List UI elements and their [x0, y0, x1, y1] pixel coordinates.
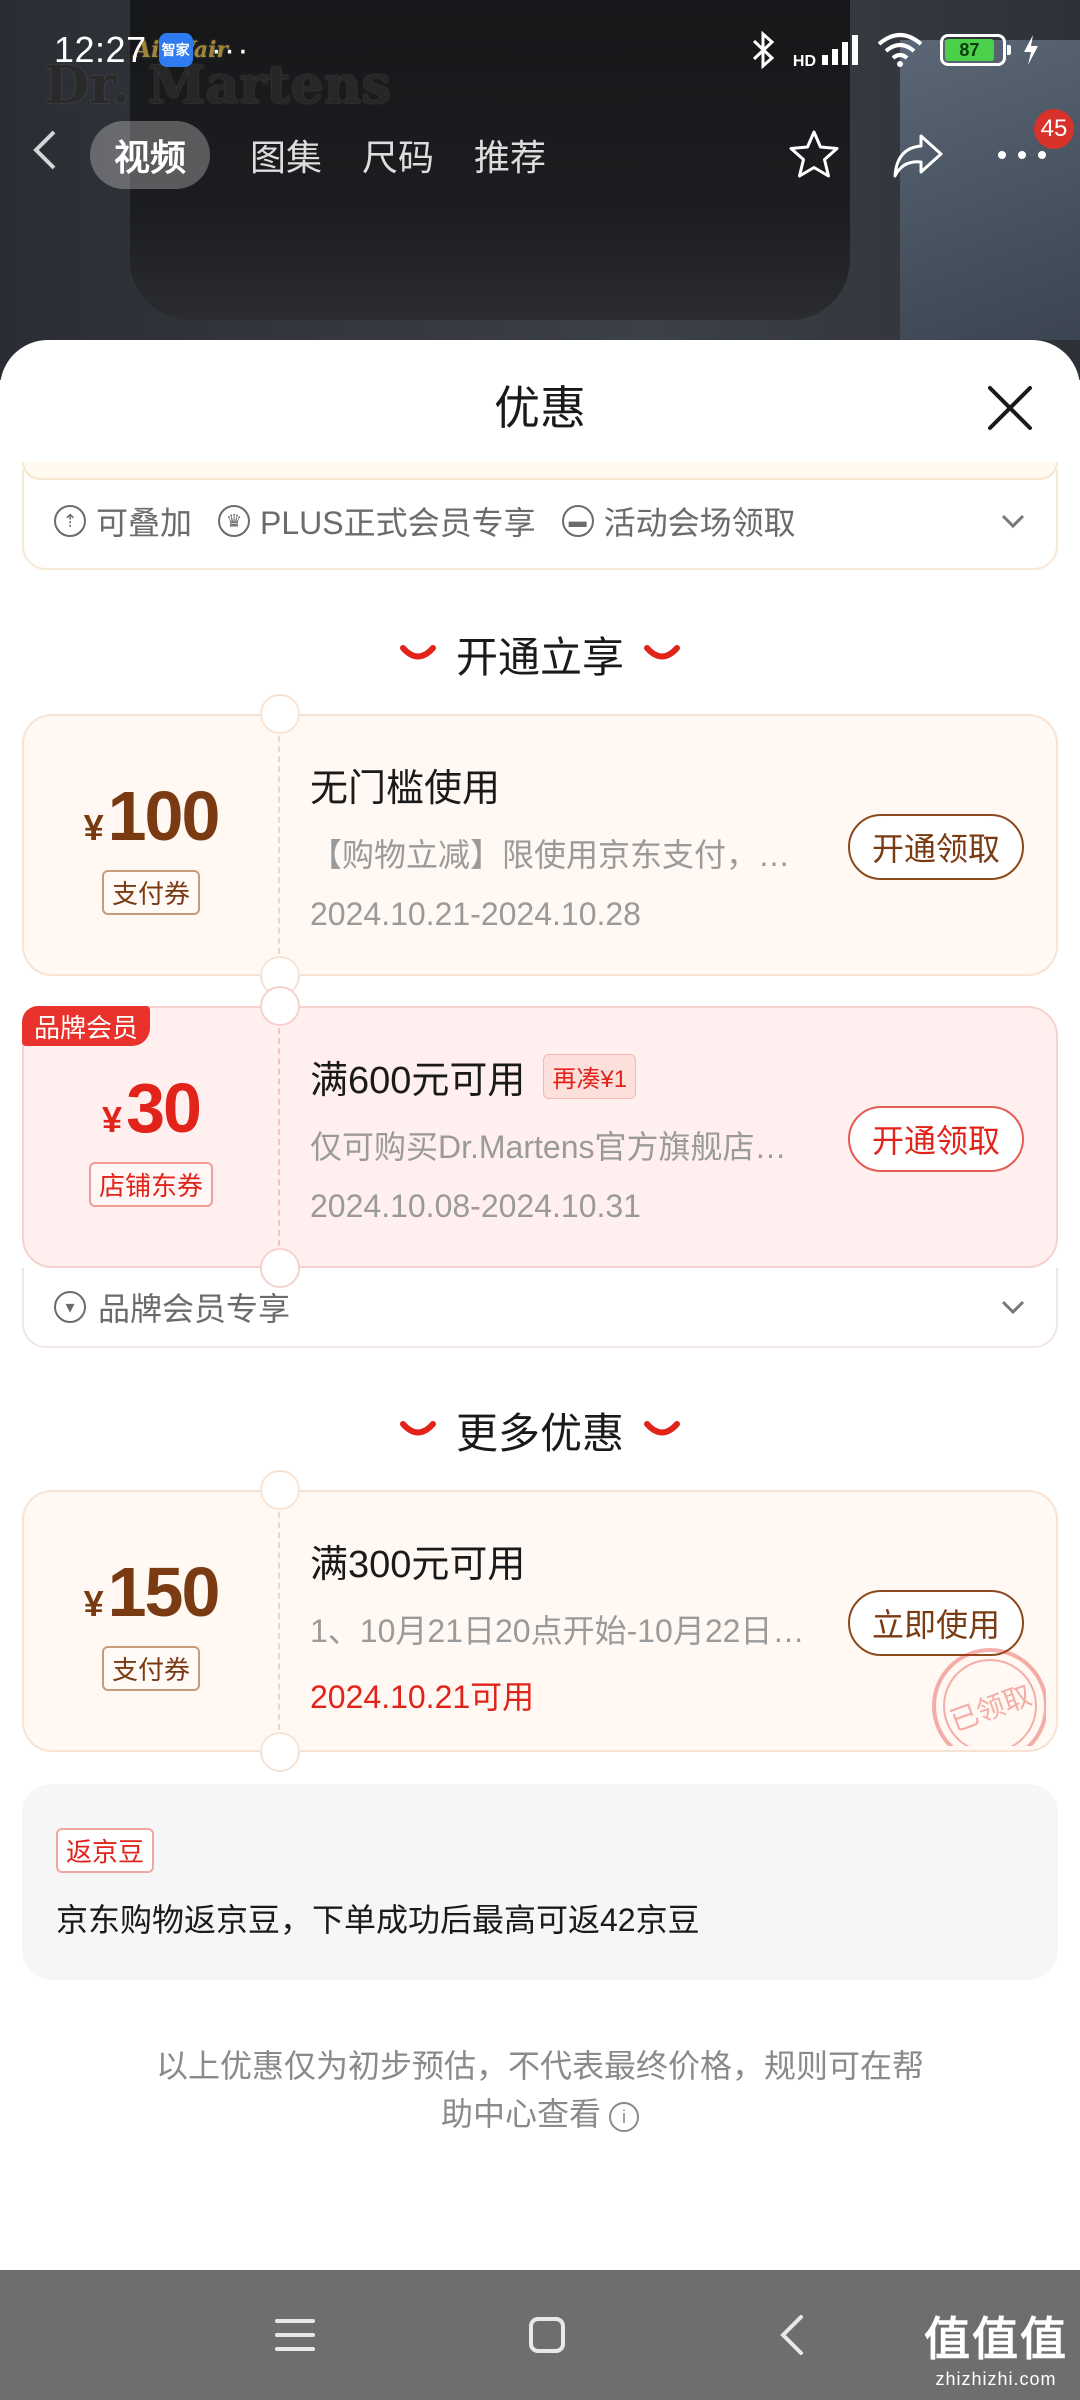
bluetooth-icon	[752, 31, 775, 69]
coupon-description: 仅可购买Dr.Martens官方旗舰店部分商品	[310, 1129, 810, 1165]
charging-icon	[1024, 35, 1038, 65]
tag-stackable: ⇡ 可叠加	[54, 498, 192, 544]
open-claim-button[interactable]: 开通领取	[847, 814, 1024, 880]
claimed-stamp-icon: 已领取	[932, 1648, 1046, 1746]
smile-decor-icon	[399, 1421, 436, 1436]
signal-icon	[822, 35, 858, 65]
coupon-condition: 满600元可用 再凑¥1	[310, 1052, 1056, 1102]
coupon-card[interactable]: ¥ 150 支付券 满300元可用 1、10月21日20点开始-10月22日23…	[22, 1470, 1058, 1772]
site-watermark: 值值值 zhizhizhi.com	[924, 2313, 1068, 2389]
jingdou-text: 京东购物返京豆，下单成功后最高可返42京豆	[56, 1902, 700, 1938]
coupon-type-badge: 店铺东券	[88, 1161, 213, 1207]
coupon-card[interactable]: 品牌会员 ¥ 30 店铺东券 满600元可用 再凑¥1 仅可购买Dr.Marte…	[22, 986, 1058, 1288]
brand-member-corner-badge: 品牌会员	[22, 1006, 151, 1046]
brand-member-icon: ▾	[54, 1291, 86, 1323]
smile-decor-icon	[399, 645, 436, 660]
product-nav: 视频 图集 尺码 推荐 45	[0, 109, 1080, 200]
tab-recommend[interactable]: 推荐	[474, 129, 546, 181]
home-icon[interactable]	[527, 2315, 567, 2355]
info-icon[interactable]: i	[609, 2101, 639, 2132]
coupon-description: 【购物立减】限使用京东支付，仅限本商品使用	[310, 837, 810, 873]
coupon-amount: 30	[126, 1068, 202, 1147]
smile-decor-icon	[644, 1421, 680, 1436]
coupon-value: ¥ 30 店铺东券	[24, 1008, 280, 1266]
back-icon[interactable]	[30, 128, 100, 183]
disclaimer: 以上优惠仅为初步预估，不代表最终价格，规则可在帮 助中心查看 i	[155, 2048, 924, 2132]
chevron-down-icon[interactable]	[1000, 513, 1026, 529]
sheet-header: 优惠	[0, 340, 1080, 470]
coupon-value: ¥ 100 支付券	[24, 716, 280, 974]
coupon-amount: 150	[107, 1552, 221, 1631]
plus-coupon-card-footer: ⇡ 可叠加 ♛ PLUS正式会员专享 ▬ 活动会场领取	[22, 462, 1058, 570]
message-count-badge: 45	[1034, 109, 1074, 149]
system-nav-bar: 值值值 zhizhizhi.com	[0, 2270, 1080, 2400]
open-claim-button[interactable]: 开通领取	[847, 1106, 1024, 1172]
coupon-amount: 100	[107, 776, 221, 855]
tag-plus-member: ♛ PLUS正式会员专享	[218, 498, 536, 544]
status-bar: 12:27 智家 ··· HD 87	[0, 0, 1080, 100]
svg-text:已领取: 已领取	[946, 1679, 1036, 1737]
jingdou-tag: 返京豆	[56, 1828, 155, 1873]
favorite-star-icon[interactable]	[786, 127, 842, 183]
sheet-title: 优惠	[494, 382, 586, 434]
status-time: 12:27	[54, 29, 147, 70]
section-title-more: 更多优惠	[0, 1400, 1080, 1460]
hd-label: HD	[792, 53, 816, 70]
tab-gallery[interactable]: 图集	[250, 129, 322, 181]
stackable-icon: ⇡	[54, 505, 86, 537]
close-icon[interactable]	[984, 382, 1036, 434]
wifi-icon	[877, 33, 923, 67]
tab-video[interactable]: 视频	[90, 121, 211, 189]
chevron-down-icon[interactable]	[1000, 1299, 1026, 1315]
more-menu-icon[interactable]: 45	[994, 109, 1074, 183]
tag-event-venue: ▬ 活动会场领取	[561, 498, 796, 544]
tab-size[interactable]: 尺码	[362, 129, 434, 181]
app-badge-icon: 智家	[158, 33, 193, 67]
smile-decor-icon	[644, 645, 680, 660]
coupon-value: ¥ 150 支付券	[24, 1492, 280, 1750]
add-more-tag: 再凑¥1	[543, 1053, 637, 1099]
coupon-card[interactable]: ¥ 100 支付券 无门槛使用 【购物立减】限使用京东支付，仅限本商品使用 20…	[22, 694, 1058, 996]
jingdou-return-box: 返京豆 京东购物返京豆，下单成功后最高可返42京豆	[22, 1784, 1058, 1980]
battery-icon: 87	[940, 34, 1011, 66]
brand-member-footer: ▾ 品牌会员专享	[22, 1268, 1058, 1348]
status-more: ···	[210, 30, 251, 69]
ticket-icon: ▬	[561, 505, 594, 537]
coupon-description: 1、10月21日20点开始-10月22日23:59:59可用	[310, 1613, 810, 1649]
coupon-condition: 满300元可用	[310, 1543, 526, 1586]
coupon-date: 2024.10.21-2024.10.28	[310, 896, 641, 932]
coupon-condition: 无门槛使用	[310, 767, 501, 810]
crown-icon: ♛	[218, 505, 251, 537]
coupon-type-badge: 支付券	[101, 869, 200, 915]
share-icon[interactable]	[890, 127, 946, 183]
coupon-date: 2024.10.08-2024.10.31	[310, 1188, 641, 1224]
discount-sheet: 优惠 ⇡ 可叠加 ♛ PLUS正式会员专享 ▬ 活动会场领取 开通立享 ¥ 10…	[0, 340, 1080, 2270]
menu-icon[interactable]	[273, 2315, 317, 2355]
back-nav-icon[interactable]	[777, 2313, 807, 2357]
section-title-open: 开通立享	[0, 624, 1080, 684]
coupon-type-badge: 支付券	[101, 1645, 200, 1691]
